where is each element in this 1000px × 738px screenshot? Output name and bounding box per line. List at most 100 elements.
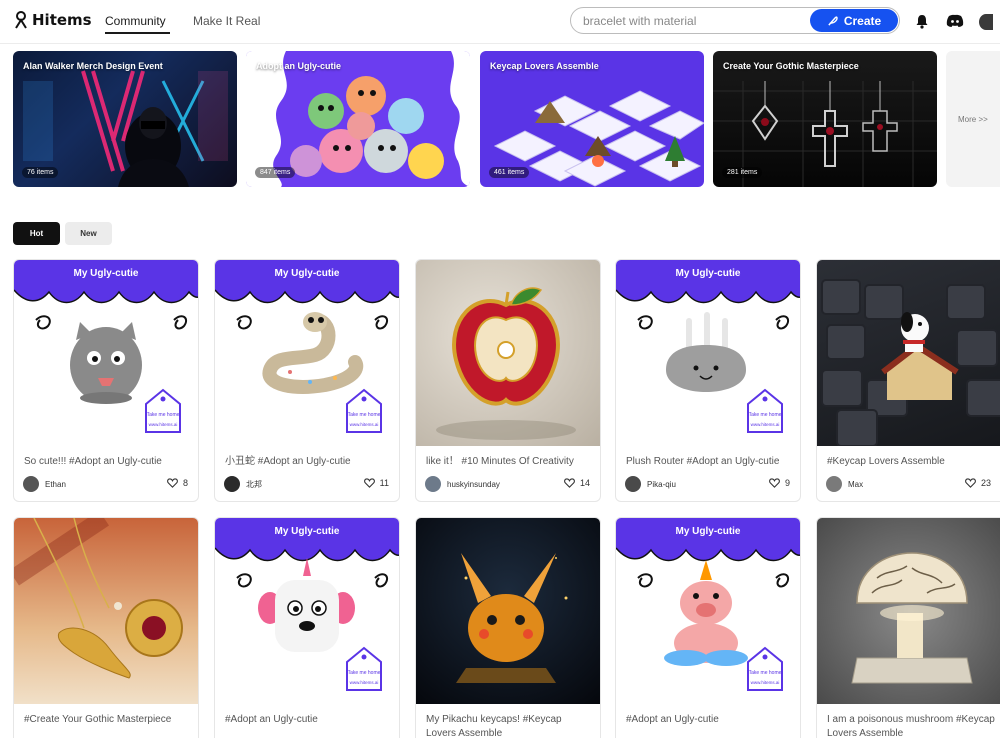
discord-icon[interactable] (946, 12, 964, 30)
post-image[interactable] (817, 518, 1000, 704)
like-count: 14 (579, 478, 590, 488)
svg-text:www.hitems.ai: www.hitems.ai (149, 422, 178, 427)
post-card[interactable]: My Ugly-cutie Take me home www.hitems.ai… (615, 259, 801, 502)
post-caption: 小丑蛇 #Adopt an Ugly-cutie (225, 456, 351, 467)
post-caption: Plush Router #Adopt an Ugly-cutie (626, 456, 780, 467)
post-card[interactable]: I am a poisonous mushroom #Keycap Lovers… (816, 517, 1000, 738)
avatar (224, 476, 240, 492)
take-me-home-tag: Take me home www.hitems.ai (747, 646, 783, 691)
svg-text:Take me home: Take me home (147, 412, 180, 418)
take-me-home-tag: Take me home www.hitems.ai (346, 388, 382, 433)
tab-active-indicator (105, 32, 170, 34)
banner-count: 847 items (255, 167, 296, 178)
username: huskyinsunday (447, 479, 500, 489)
post-image[interactable]: My Ugly-cutie Take me home www.hitems.ai (616, 518, 800, 704)
post-image[interactable] (14, 518, 198, 704)
avatar (826, 476, 842, 492)
filter-hot[interactable]: Hot (13, 222, 60, 245)
heart-icon (769, 478, 780, 488)
banner-count: 461 items (489, 167, 530, 178)
avatar (625, 476, 641, 492)
post-caption: I am a poisonous mushroom #Keycap Lovers… (827, 714, 995, 738)
post-image[interactable] (416, 260, 600, 446)
search-input[interactable] (583, 12, 803, 30)
banner-gothic[interactable]: Create Your Gothic Masterpiece 281 items (713, 51, 937, 187)
svg-text:Take me home: Take me home (348, 670, 381, 676)
post-author[interactable]: Pika-qiu (625, 476, 676, 492)
banner-alan-walker[interactable]: Alan Walker Merch Design Event 76 items (13, 51, 237, 187)
post-card[interactable]: My Ugly-cutie Take me home www.hitems.ai… (615, 517, 801, 738)
take-me-home-tag: Take me home www.hitems.ai (346, 646, 382, 691)
like-button[interactable]: 8 (167, 478, 188, 488)
heart-icon (167, 478, 178, 488)
post-caption: #Adopt an Ugly-cutie (626, 714, 719, 725)
banner-title: Create Your Gothic Masterpiece (723, 61, 859, 71)
tab-community[interactable]: Community (105, 14, 166, 28)
mushroom-lamp-photo (851, 552, 973, 684)
keycap-photo (821, 279, 1000, 446)
post-image[interactable]: My Ugly-cutie Take me home www.hitems.ai (215, 518, 399, 704)
svg-text:www.hitems.ai: www.hitems.ai (751, 680, 780, 685)
like-button[interactable]: 11 (363, 478, 389, 488)
necklace-photo (14, 518, 183, 679)
post-card[interactable]: My Ugly-cutie Take me home www.hitems.ai… (214, 259, 400, 502)
like-count: 8 (182, 478, 188, 488)
avatar (425, 476, 441, 492)
banner-more-button[interactable]: More >> (946, 51, 1000, 187)
banner-keycap[interactable]: Keycap Lovers Assemble 461 items (480, 51, 704, 187)
banner-more-label: More >> (958, 115, 988, 124)
post-author[interactable]: Max (826, 476, 863, 492)
tab-make-it-real[interactable]: Make It Real (193, 14, 260, 28)
username: Pika-qiu (647, 479, 676, 489)
logo-text: Hitems (32, 11, 92, 29)
like-count: 11 (379, 478, 389, 488)
apple-ring-photo (436, 287, 576, 440)
top-header: Hitems Community Make It Real Create (0, 0, 1000, 44)
post-author[interactable]: Ethan (23, 476, 66, 492)
post-card[interactable]: My Ugly-cutie Take me home www.hitems.ai… (214, 517, 400, 738)
heart-icon (564, 478, 575, 488)
heart-icon (965, 478, 976, 488)
pikachu-keycap-photo (456, 553, 568, 683)
create-button-label: Create (843, 13, 882, 28)
post-image[interactable] (817, 260, 1000, 446)
avatar[interactable] (979, 13, 993, 31)
like-button[interactable]: 14 (564, 478, 590, 488)
post-author[interactable]: huskyinsunday (425, 476, 500, 492)
post-card[interactable]: #Create Your Gothic Masterpiece (13, 517, 199, 738)
post-author[interactable]: 北邦 (224, 476, 262, 492)
post-caption: like it！ #10 Minutes Of Creativity (426, 456, 574, 467)
filter-new[interactable]: New (65, 222, 112, 245)
svg-text:Take me home: Take me home (749, 412, 782, 418)
heart-icon (363, 478, 375, 488)
post-caption: My Pikachu keycaps! #Keycap Lovers Assem… (426, 714, 562, 738)
post-image[interactable]: My Ugly-cutie Take me home www.hitems.ai (14, 260, 198, 446)
post-image[interactable] (416, 518, 600, 704)
post-caption: So cute!!! #Adopt an Ugly-cutie (24, 456, 162, 467)
username: Ethan (45, 479, 66, 489)
post-caption: #Adopt an Ugly-cutie (225, 714, 318, 725)
svg-text:www.hitems.ai: www.hitems.ai (350, 422, 379, 427)
avatar (23, 476, 39, 492)
banner-title: Adopt an Ugly-cutie (256, 61, 341, 71)
post-card[interactable]: My Pikachu keycaps! #Keycap Lovers Assem… (415, 517, 601, 738)
post-image[interactable]: My Ugly-cutie Take me home www.hitems.ai (616, 260, 800, 446)
username: Max (848, 479, 864, 489)
create-button[interactable]: Create (810, 9, 898, 32)
post-image[interactable]: My Ugly-cutie Take me home www.hitems.ai (215, 260, 399, 446)
svg-text:Take me home: Take me home (749, 670, 782, 676)
like-button[interactable]: 23 (965, 478, 991, 488)
post-card[interactable]: #Keycap Lovers Assemble Max 23 (816, 259, 1000, 502)
like-button[interactable]: 9 (769, 478, 790, 488)
post-card[interactable]: like it！ #10 Minutes Of Creativity husky… (415, 259, 601, 502)
like-count: 9 (784, 478, 790, 488)
take-me-home-tag: Take me home www.hitems.ai (145, 388, 181, 433)
notification-bell-icon[interactable] (913, 12, 931, 30)
hitems-logo-icon (15, 11, 27, 29)
post-card[interactable]: My Ugly-cutie Take me home www.hitems.ai… (13, 259, 199, 502)
svg-text:www.hitems.ai: www.hitems.ai (751, 422, 780, 427)
banner-ugly-cutie[interactable]: Adopt an Ugly-cutie 847 items (246, 51, 470, 187)
banner-count: 76 items (22, 167, 59, 178)
logo[interactable]: Hitems (13, 11, 92, 29)
post-caption: #Keycap Lovers Assemble (827, 456, 945, 467)
